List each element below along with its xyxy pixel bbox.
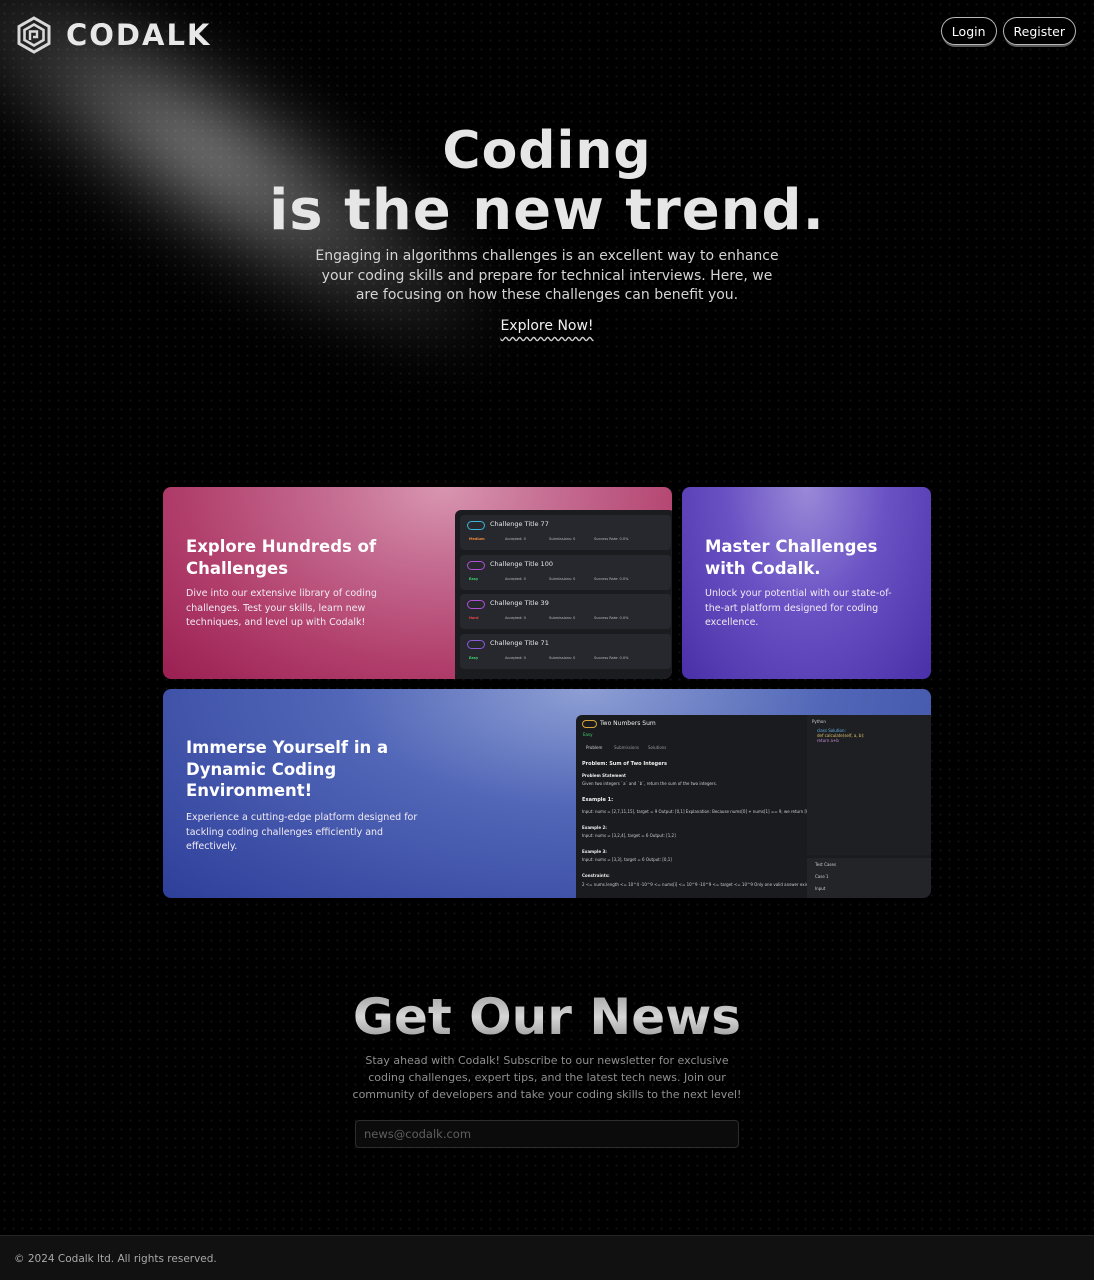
ide-example3-label: Example 3: (582, 849, 607, 854)
challenge-list-preview: Challenge Title 77 Medium Accepted: 0 Su… (455, 510, 672, 679)
ide-difficulty: Easy (583, 732, 593, 737)
challenge-accepted: Accepted: 0 (505, 616, 526, 620)
brand-name: CODALK (66, 18, 212, 52)
master-card: Master Challenges with Codalk. Unlock yo… (682, 487, 931, 679)
challenges-card: Explore Hundreds of Challenges Dive into… (163, 487, 672, 679)
ide-example1-label: Example 1: (582, 797, 614, 803)
code-line: return a+b (817, 738, 839, 743)
challenges-card-title: Explore Hundreds of Challenges (186, 537, 377, 578)
hero-title-line2: is the new trend. (269, 178, 825, 243)
challenge-accepted: Accepted: 0 (505, 655, 526, 660)
challenge-name: Challenge Title 71 (490, 638, 549, 647)
ide-example2-label: Example 2: (582, 825, 607, 830)
ide-problem-panel: Two Numbers Sum Easy Problem Submissions… (576, 715, 816, 898)
news-title: Get Our News (0, 988, 1094, 1046)
master-card-text: Unlock your potential with our state-of-… (705, 588, 892, 628)
challenge-submissions: Submissions: 0 (549, 576, 576, 581)
auth-buttons: Login Register (940, 17, 1076, 45)
ide-example3: Input: nums = [3,3], target = 6 Output: … (582, 857, 672, 862)
challenge-submissions: Submissions: 0 (549, 537, 576, 541)
challenge-success-rate: Success Rate: 0.0% (594, 655, 629, 660)
brand-logo[interactable]: CODALK (16, 16, 211, 54)
challenge-difficulty: Medium (469, 537, 485, 541)
ide-statement-label: Problem Statement (582, 773, 626, 778)
hero-description: Engaging in algorithms challenges is an … (315, 248, 779, 303)
ide-example2: Input: nums = [3,2,4], target = 6 Output… (582, 833, 676, 838)
ide-constraints-label: Constraints: (582, 873, 610, 878)
ide-editor-panel: Python class Solution: def calculate(sel… (807, 715, 931, 898)
newsletter-email-input[interactable] (355, 1120, 739, 1148)
challenge-difficulty: Easy (469, 576, 479, 581)
ide-constraints: 2 <= nums.length <= 10^4 -10^9 <= nums[i… (582, 882, 813, 887)
challenge-list-item: Challenge Title 39 Hard Accepted: 0 Subm… (460, 594, 671, 629)
test-input-label: Input (815, 886, 826, 891)
test-cases-panel: Test Cases Case 1 Input (807, 858, 931, 898)
footer: © 2024 Codalk ltd. All rights reserved. (0, 1235, 1094, 1280)
hero-title-line1: Coding (442, 121, 652, 181)
challenge-accepted: Accepted: 0 (505, 576, 526, 581)
codalk-logo-icon (17, 16, 51, 54)
explore-now-link[interactable]: Explore Now! (500, 318, 593, 334)
challenges-card-text: Dive into our extensive library of codin… (186, 588, 377, 628)
language-select[interactable]: Python (812, 719, 826, 724)
challenge-accepted: Accepted: 0 (505, 537, 526, 541)
challenge-list-item: Challenge Title 71 Easy Accepted: 0 Subm… (460, 633, 671, 669)
immerse-card-text: Experience a cutting-edge platform desig… (186, 812, 418, 852)
immerse-card: Immerse Yourself in a Dynamic Coding Env… (163, 689, 931, 898)
ide-tab-problem[interactable]: Problem (586, 745, 602, 750)
ide-problem-tag (582, 720, 597, 728)
ide-tab-solutions[interactable]: Solutions (648, 745, 666, 750)
master-card-title: Master Challenges with Codalk. (705, 537, 878, 578)
explore-wrapper: Explore Now! (0, 315, 1094, 334)
challenge-tag (467, 560, 485, 570)
challenge-success-rate: Success Rate: 0.0% (594, 616, 629, 620)
challenge-success-rate: Success Rate: 0.0% (594, 576, 629, 581)
challenge-difficulty: Easy (469, 655, 479, 660)
challenge-name: Challenge Title 77 (490, 520, 549, 528)
challenge-name: Challenge Title 39 (490, 599, 549, 607)
challenge-name: Challenge Title 100 (490, 559, 553, 568)
challenge-tag (467, 639, 485, 649)
challenge-list-item: Challenge Title 77 Medium Accepted: 0 Su… (460, 515, 671, 550)
challenge-submissions: Submissions: 0 (549, 616, 576, 620)
login-button[interactable]: Login (940, 17, 997, 45)
register-button[interactable]: Register (1002, 17, 1076, 45)
ide-statement: Given two integers `a` and `b`, return t… (582, 781, 718, 786)
challenge-difficulty: Hard (469, 616, 479, 620)
challenge-success-rate: Success Rate: 0.0% (594, 537, 629, 541)
ide-tab-submissions[interactable]: Submissions (614, 745, 639, 750)
challenge-tag (467, 521, 485, 530)
ide-problem-heading: Problem: Sum of Two Integers (582, 761, 667, 767)
ide-problem-name: Two Numbers Sum (600, 720, 656, 727)
challenge-tag (467, 600, 485, 609)
challenge-list-item: Challenge Title 100 Easy Accepted: 0 Sub… (460, 554, 671, 590)
test-case-tab[interactable]: Case 1 (815, 874, 829, 879)
code-editor[interactable]: Python class Solution: def calculate(sel… (807, 715, 931, 855)
challenge-submissions: Submissions: 0 (549, 655, 576, 660)
news-description: Stay ahead with Codalk! Subscribe to our… (352, 1054, 742, 1101)
test-cases-label: Test Cases (815, 862, 837, 867)
ide-preview: Two Numbers Sum Easy Problem Submissions… (576, 715, 931, 898)
copyright-text: © 2024 Codalk ltd. All rights reserved. (14, 1253, 217, 1265)
ide-example1: Input: nums = [2,7,11,15], target = 9 Ou… (582, 809, 817, 814)
immerse-card-title: Immerse Yourself in a Dynamic Coding Env… (186, 738, 389, 800)
